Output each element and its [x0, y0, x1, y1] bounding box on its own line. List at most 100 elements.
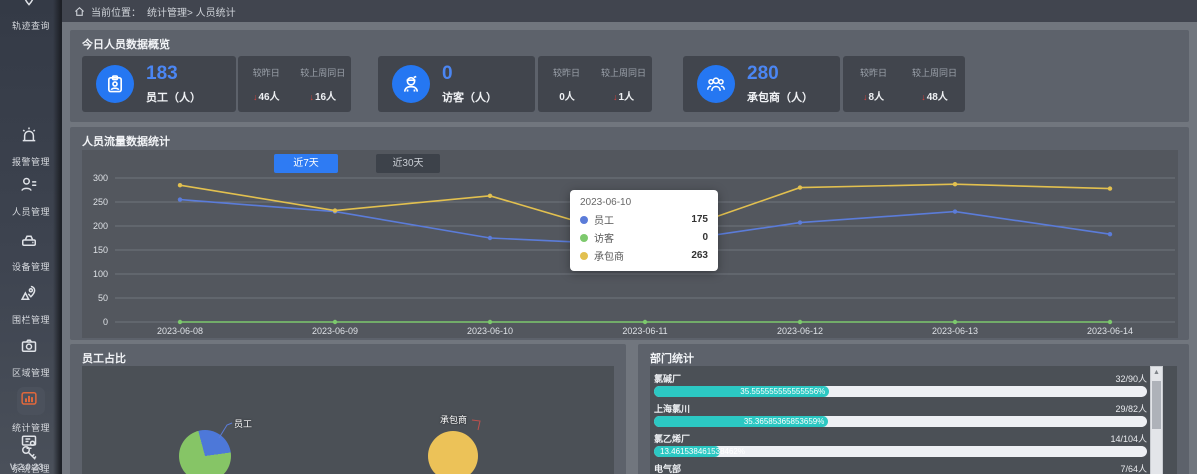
employee-ratio-title: 员工占比 [82, 350, 126, 366]
department-title: 部门统计 [650, 350, 694, 366]
system-icon [19, 432, 43, 456]
department-panel: 部门统计 氯碱厂32/90人 35.555555555555556% 上海氯川2… [638, 344, 1189, 474]
svg-text:2023-06-12: 2023-06-12 [777, 326, 823, 336]
department-name: 上海氯川 [654, 402, 690, 415]
compare-label: 较昨日 [238, 66, 295, 79]
sidebar-item-track-query[interactable]: 轨迹查询 [0, 0, 62, 37]
tooltip-series-name: 承包商 [594, 248, 691, 263]
tooltip-date: 2023-06-10 [580, 197, 708, 208]
employee-ratio-body: 员工 承包商 [82, 366, 614, 474]
employee-card: 183 员工（人） [82, 56, 236, 112]
compare-label: 较昨日 [843, 66, 904, 79]
department-bar-track: 35.36585365853659% [654, 416, 1147, 427]
pie-right-callout: 承包商 [440, 413, 467, 426]
visitor-compare-card: 较昨日 0人 较上周同日 ↓1人 [538, 56, 652, 112]
svg-text:2023-06-11: 2023-06-11 [622, 326, 667, 336]
department-bar-fill: 13.461538461538462% [654, 446, 720, 457]
visitor-card: 0 访客（人） [378, 56, 535, 112]
down-arrow-icon: ↓ [253, 92, 258, 102]
chart-tooltip: 2023-06-10 员工 175 访客 0 承包商 263 [570, 190, 718, 271]
department-bar-fill: 35.36585365853659% [654, 416, 828, 427]
employee-compare-card: 较昨日 ↓46人 较上周同日 ↓16人 [238, 56, 351, 112]
dashboard-screen: 轨迹查询 报警管理 人员管理 设备管理 围栏管理 [0, 0, 1197, 474]
scrollbar-thumb[interactable] [1152, 381, 1161, 429]
alarm-icon [19, 125, 43, 149]
compare-value: 16人 [315, 92, 336, 103]
contractor-count: 280 [747, 63, 779, 85]
department-name: 氯乙烯厂 [654, 432, 690, 445]
tooltip-series-value: 263 [691, 250, 708, 261]
breadcrumb-prefix: 当前位置： [91, 4, 141, 19]
tooltip-row: 承包商 263 [580, 248, 708, 263]
app-version: V 2.0.23 [0, 462, 53, 472]
department-count: 32/90人 [1115, 372, 1147, 385]
pie-chart-right[interactable] [428, 431, 478, 474]
down-arrow-icon: ↓ [921, 92, 926, 102]
down-arrow-icon: ↓ [863, 92, 868, 102]
sidebar-item-alarm[interactable]: 报警管理 [0, 123, 62, 173]
overview-panel: 今日人员数据概览 183 员工（人） 较昨日 ↓46人 较上周同日 ↓16人 0… [70, 30, 1189, 122]
sidebar-item-label: 区域管理 [0, 366, 62, 379]
compare-value: 8人 [868, 92, 884, 103]
department-percent: 35.555555555555556% [660, 387, 825, 396]
sidebar-item-fence[interactable]: 围栏管理 [0, 281, 62, 331]
svg-text:50: 50 [98, 293, 108, 303]
series-dot-contractor [580, 252, 588, 260]
down-arrow-icon: ↓ [613, 92, 618, 102]
area-camera-icon [19, 336, 43, 360]
tooltip-series-name: 员工 [594, 212, 691, 227]
department-percent: 35.36585365853659% [660, 417, 824, 426]
department-count: 14/104人 [1110, 432, 1147, 445]
pie-leader-lines [82, 366, 614, 474]
tooltip-series-value: 0 [702, 232, 708, 243]
pie-left-callout: 员工 [234, 417, 252, 430]
sidebar-item-label: 设备管理 [0, 260, 62, 273]
pie-chart-left[interactable] [179, 430, 231, 474]
department-percent: 13.461538461538462% [660, 447, 745, 456]
compare-value: 46人 [258, 92, 279, 103]
compare-value: 0人 [559, 92, 575, 103]
person-icon [19, 175, 43, 199]
department-row: 氯乙烯厂 14/104人 13.461538461538462% [654, 433, 1147, 458]
sidebar-item-personnel[interactable]: 人员管理 [0, 173, 62, 223]
series-dot-visitor [580, 234, 588, 242]
tab-last-30-days[interactable]: 近30天 [376, 154, 440, 173]
sidebar-item-area[interactable]: 区域管理 [0, 334, 62, 384]
scroll-up-arrow-icon[interactable]: ▲ [1151, 367, 1162, 379]
department-row: 上海氯川 29/82人 35.36585365853659% [654, 403, 1147, 428]
flow-chart-area[interactable]: 近7天 近30天 0501001502002503002023-06-08202… [82, 150, 1178, 338]
compare-label: 较昨日 [538, 66, 595, 79]
department-body: 氯碱厂32/90人 35.555555555555556% 上海氯川29/82人… [650, 366, 1177, 474]
svg-text:0: 0 [103, 317, 108, 327]
breadcrumb-path: 统计管理> 人员统计 [147, 4, 236, 19]
department-count: 7/64人 [1120, 462, 1147, 474]
compare-label: 较上周同日 [904, 66, 965, 79]
tooltip-row: 员工 175 [580, 212, 708, 227]
compare-value: 48人 [927, 92, 948, 103]
contractor-compare-card: 较昨日 ↓8人 较上周同日 ↓48人 [843, 56, 965, 112]
contractor-card: 280 承包商（人） [683, 56, 840, 112]
tooltip-series-name: 访客 [594, 230, 702, 245]
sidebar-item-label: 围栏管理 [0, 313, 62, 326]
svg-text:2023-06-10: 2023-06-10 [467, 326, 513, 336]
sidebar-item-label: 报警管理 [0, 155, 62, 168]
compare-label: 较上周同日 [295, 66, 352, 79]
tab-last-7-days[interactable]: 近7天 [274, 154, 338, 173]
department-row: 电气部7/64人 10.9375% [654, 463, 1147, 474]
employee-ratio-panel: 员工占比 员工 承包商 [70, 344, 626, 474]
svg-text:100: 100 [93, 269, 108, 279]
svg-text:2023-06-09: 2023-06-09 [312, 326, 358, 336]
home-icon[interactable] [74, 6, 85, 17]
department-scrollbar[interactable]: ▲ [1150, 366, 1163, 474]
breadcrumb-bar: 当前位置： 统计管理> 人员统计 [62, 0, 1197, 22]
employee-count: 183 [146, 63, 178, 85]
tooltip-row: 访客 0 [580, 230, 708, 245]
svg-text:2023-06-08: 2023-06-08 [157, 326, 203, 336]
visitor-icon [392, 65, 430, 103]
department-count: 29/82人 [1115, 402, 1147, 415]
department-rows: 氯碱厂32/90人 35.555555555555556% 上海氯川29/82人… [654, 368, 1147, 474]
svg-text:150: 150 [93, 245, 108, 255]
group-icon [697, 65, 735, 103]
range-tabs: 近7天 近30天 [274, 154, 440, 173]
sidebar-item-device[interactable]: 设备管理 [0, 228, 62, 278]
